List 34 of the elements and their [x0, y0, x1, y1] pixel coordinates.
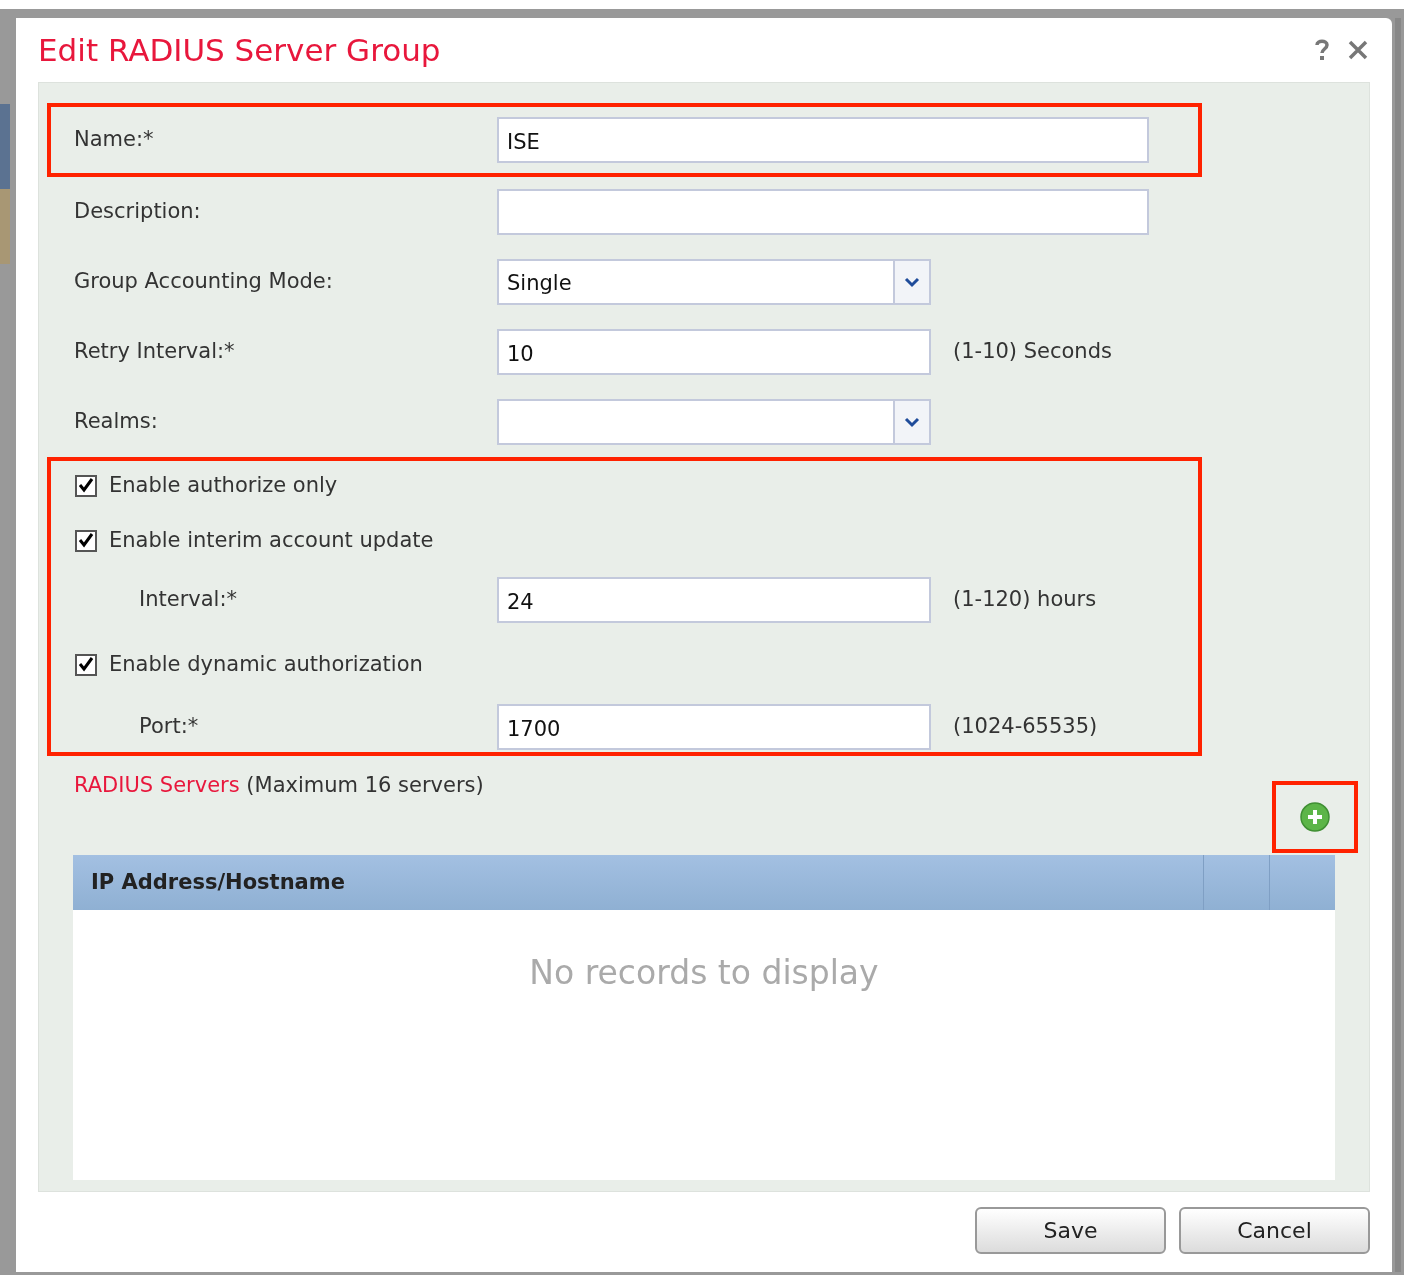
- dropdown-field[interactable]: Single: [497, 259, 931, 305]
- chevron-down-icon: [904, 276, 920, 288]
- field-label: Realms:: [74, 408, 159, 436]
- field-label: Group Accounting Mode:: [74, 268, 334, 296]
- checkbox[interactable]: [75, 475, 97, 497]
- text-field[interactable]: 10: [497, 329, 931, 375]
- text-field[interactable]: ISE: [497, 117, 1149, 163]
- chevron-down-icon: [904, 416, 920, 428]
- checkbox-label: Enable interim account update: [109, 527, 434, 555]
- text-field[interactable]: [497, 189, 1149, 235]
- add-icon[interactable]: [1300, 802, 1330, 832]
- help-icon[interactable]: [1314, 39, 1330, 61]
- field-label: Retry Interval:*: [74, 338, 236, 366]
- field-label: Port:*: [139, 712, 200, 740]
- range-hint: (1-120) hours: [953, 586, 1097, 614]
- dropdown-field[interactable]: [497, 399, 931, 445]
- text-field[interactable]: 24: [497, 577, 931, 623]
- close-icon[interactable]: [1348, 40, 1368, 60]
- dialog-button[interactable]: Save: [975, 1207, 1166, 1254]
- empty-message: No records to display: [529, 952, 879, 994]
- checkbox[interactable]: [75, 530, 97, 552]
- field-label: Interval:*: [139, 586, 238, 614]
- text-field[interactable]: 1700: [497, 703, 931, 750]
- range-hint: (1024-65535): [953, 712, 1098, 740]
- checkbox-label: Enable dynamic authorization: [109, 651, 423, 679]
- section-heading: RADIUS Servers (Maximum 16 servers): [74, 772, 484, 799]
- checkbox-label: Enable authorize only: [109, 472, 338, 500]
- field-label: Description:: [74, 198, 202, 226]
- dialog-title: Edit RADIUS Server Group: [38, 30, 441, 70]
- range-hint: (1-10) Seconds: [953, 338, 1112, 366]
- checkbox[interactable]: [75, 654, 97, 676]
- column-header: IP Address/Hostname: [90, 868, 346, 896]
- dialog-button[interactable]: Cancel: [1179, 1207, 1370, 1254]
- field-label: Name:*: [74, 126, 155, 154]
